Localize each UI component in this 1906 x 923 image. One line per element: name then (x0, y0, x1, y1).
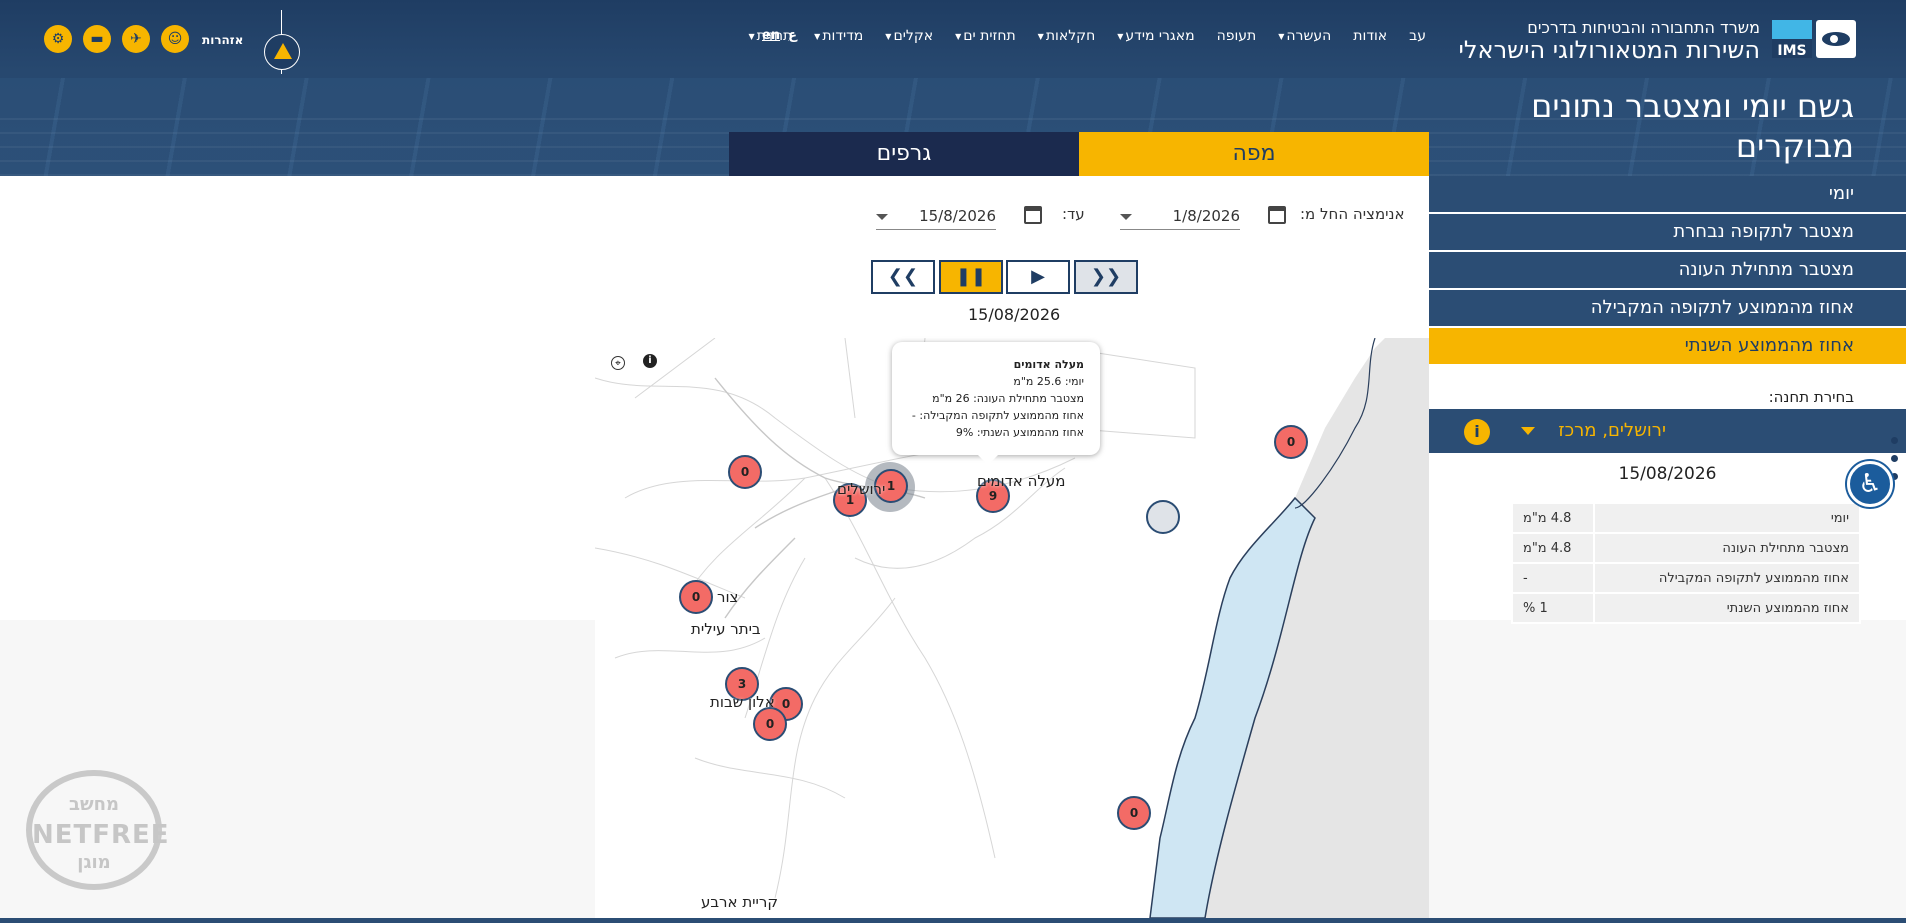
alerts-button[interactable] (264, 10, 300, 74)
city-label: צור (717, 588, 739, 606)
alerts-label: אזהרות (202, 33, 244, 47)
vehicle-icon[interactable]: ▬ (83, 25, 111, 53)
menu-annual-average-pct[interactable]: אחוז מהממוצע השנתי (1429, 328, 1906, 364)
calendar-to-icon[interactable] (1024, 206, 1042, 224)
city-label: אלון שבות (710, 693, 775, 711)
city-label: ביתר עילית (691, 620, 761, 638)
animation-from-label: אנימציה החל מ: (1300, 205, 1405, 223)
netfree-watermark: מחשב NETFREE מוגן (26, 770, 169, 890)
nav-agriculture[interactable]: חקלאות▼ (1038, 28, 1096, 44)
station-marker[interactable]: 0 (679, 580, 713, 614)
station-date: 15/08/2026 (1618, 464, 1717, 484)
station-info-icon[interactable]: i (1464, 419, 1490, 445)
ims-mark: IMS (1772, 20, 1812, 59)
station-marker[interactable]: 0 (1117, 796, 1151, 830)
station-marker[interactable]: 0 (728, 455, 762, 489)
animation-to-label: עד: (1062, 205, 1085, 223)
nav-climate[interactable]: אקלים▼ (885, 28, 933, 44)
menu-period-average-pct[interactable]: אחוז מהממוצע לתקופה המקבילה (1429, 290, 1906, 326)
page-title: גשם יומי ומצטבר נתונים מבוקרים (1531, 87, 1854, 165)
ims-logo[interactable]: IMS משרד התחבורה והבטיחות בדרכים השירות … (1436, 18, 1856, 64)
to-date-field[interactable]: 15/8/2026 (876, 202, 996, 230)
station-marker-empty[interactable] (1146, 500, 1180, 534)
locate-icon[interactable]: ⌖ (611, 356, 625, 370)
city-label: מעלה אדומים (977, 472, 1066, 490)
chevron-down-icon (1120, 214, 1132, 220)
warning-icon (274, 43, 292, 59)
lang-en-link[interactable]: en (762, 28, 780, 43)
nav-lang-he[interactable]: עב (1409, 28, 1426, 44)
from-date-field[interactable]: 1/8/2026 (1120, 202, 1240, 230)
station-tooltip: מעלה אדומים יומי: 25.6 מ"מ מצטבר מתחילת … (892, 342, 1100, 465)
station-label: בחירת תחנה: (1768, 388, 1854, 406)
menu-selected-period[interactable]: מצטבר לתקופה נבחרת (1429, 214, 1906, 250)
city-label: ירושלים (837, 480, 886, 498)
logo-ministry-text: משרד התחבורה והבטיחות בדרכים (1527, 18, 1760, 37)
menu-season-cumulative[interactable]: מצטבר מתחילת העונה (1429, 252, 1906, 288)
alert-category-icons: ⚙ ▬ ✈ ☺ (44, 25, 189, 53)
nav-sea-forecast[interactable]: תחזית ים▼ (955, 28, 1016, 44)
tab-map[interactable]: מפה (1079, 132, 1429, 176)
nav-enrichment[interactable]: העשרה▼ (1278, 28, 1331, 44)
main-nav: תחזית▼ מדידות▼ אקלים▼ תחזית ים▼ חקלאות▼ … (748, 28, 1426, 44)
menu-daily[interactable]: יומי (1429, 176, 1906, 212)
chevron-down-icon (876, 214, 888, 220)
chevron-down-icon (1521, 427, 1535, 435)
tooltip-season: מצטבר מתחילת העונה: 26 מ"מ (932, 392, 1084, 405)
accessibility-icon: ♿ (1858, 469, 1882, 499)
tooltip-daily: יומי: 25.6 מ"מ (1013, 375, 1084, 388)
pause-button[interactable]: ❚❚ (939, 260, 1003, 294)
rewind-button[interactable]: ❮❮ (871, 260, 935, 294)
tractor-icon[interactable]: ⚙ (44, 25, 72, 53)
station-marker[interactable]: 0 (753, 707, 787, 741)
tooltip-title: מעלה אדומים (1013, 358, 1084, 371)
station-marker[interactable]: 0 (1274, 425, 1308, 459)
info-icon[interactable]: i (643, 354, 657, 368)
station-data-table: 4.8 מ"מ יומי 4.8 מ"מ מצטבר מתחילת העונה … (1511, 502, 1862, 624)
table-row: - אחוז מהממוצע לתקופה המקבילה (1511, 562, 1862, 594)
sidebar: יומי מצטבר לתקופה נבחרת מצטבר מתחילת העו… (1429, 176, 1906, 624)
fast-forward-button[interactable]: ❯❯ (1074, 260, 1138, 294)
calendar-from-icon[interactable] (1268, 206, 1286, 224)
city-label: קריית ארבע (701, 893, 778, 911)
animation-date: 15/08/2026 (968, 305, 1061, 324)
people-icon[interactable]: ☺ (161, 25, 189, 53)
play-button[interactable]: ▶ (1006, 260, 1070, 294)
nav-about[interactable]: אודות (1353, 28, 1387, 44)
table-row: 1 % אחוז מהממוצע השנתי (1511, 592, 1862, 624)
tab-graphs[interactable]: גרפים (729, 132, 1079, 176)
station-select[interactable]: ירושלים, מרכז i (1429, 409, 1906, 453)
nav-aviation[interactable]: תעופה (1217, 28, 1257, 44)
logo-service-text: השירות המטאורולוגי הישראלי (1458, 36, 1760, 64)
table-row: 4.8 מ"מ מצטבר מתחילת העונה (1511, 532, 1862, 564)
language-switch: en ع (762, 28, 797, 43)
ims-eye-logo (1816, 20, 1856, 58)
airplane-icon[interactable]: ✈ (122, 25, 150, 53)
accessibility-button[interactable]: ♿ (1847, 461, 1893, 507)
table-row: 4.8 מ"מ יומי (1511, 502, 1862, 534)
nav-measurements[interactable]: מדידות▼ (814, 28, 863, 44)
lang-ar-link[interactable]: ع (788, 28, 797, 43)
tooltip-annual-pct: אחוז מהממוצע השנתי: 9% (955, 426, 1084, 439)
nav-databases[interactable]: מאגרי מידע▼ (1117, 28, 1194, 44)
tooltip-period-pct: אחוז מהממוצע לתקופה המקבילה: - (911, 409, 1084, 422)
